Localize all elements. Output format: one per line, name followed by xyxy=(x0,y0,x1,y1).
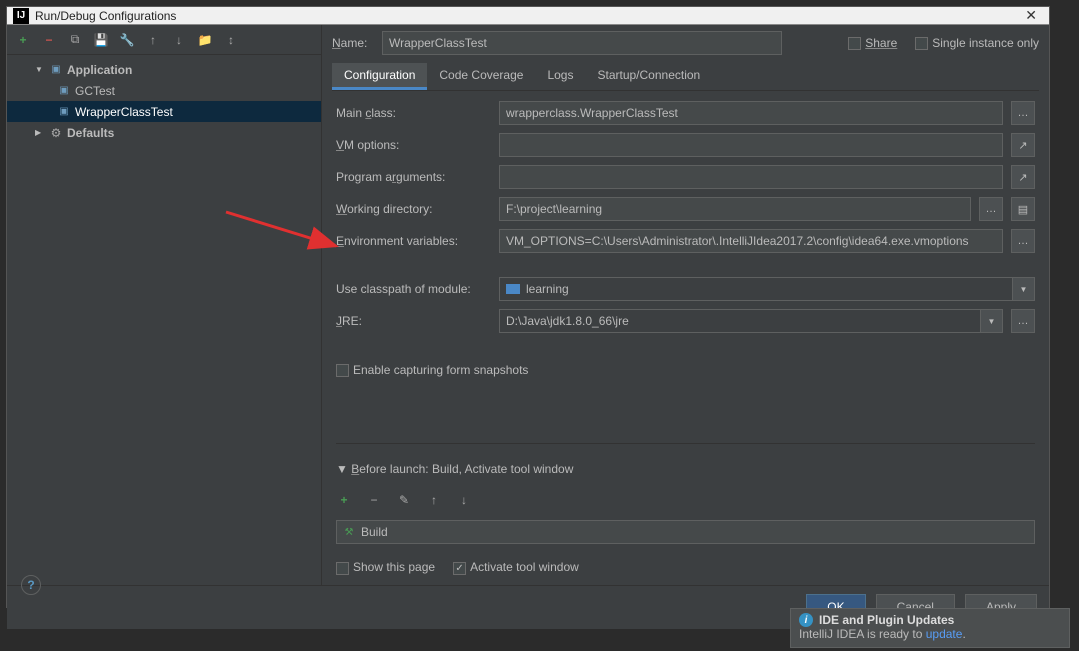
program-args-label: Program arguments: xyxy=(336,170,491,184)
config-tree: ▼ ▣ Application ▣ GCTest ▣ WrapperClassT… xyxy=(7,55,321,585)
app-icon: IJ xyxy=(13,8,29,24)
classpath-select[interactable]: learning ▼ xyxy=(499,277,1035,301)
working-dir-label: Working directory: xyxy=(336,202,491,216)
help-button[interactable]: ? xyxy=(21,575,41,595)
right-panel: Name: Share Single instance only Configu… xyxy=(322,25,1049,585)
browse-main-class-button[interactable]: … xyxy=(1011,101,1035,125)
share-checkbox[interactable]: Share xyxy=(848,36,897,50)
tree-label: WrapperClassTest xyxy=(75,105,173,119)
tab-code-coverage[interactable]: Code Coverage xyxy=(427,63,535,90)
tabs: Configuration Code Coverage Logs Startup… xyxy=(332,63,1039,91)
browse-env-vars-button[interactable]: … xyxy=(1011,229,1035,253)
single-instance-checkbox[interactable]: Single instance only xyxy=(915,36,1039,50)
dialog-title: Run/Debug Configurations xyxy=(35,9,1019,23)
jre-select[interactable]: D:\Java\jdk1.8.0_66\jre ▼ xyxy=(499,309,1003,333)
vm-options-input[interactable] xyxy=(499,133,1003,157)
config-toolbar: + − ⧉ 💾 🔧 ↑ ↓ 📁 ↕ xyxy=(7,25,321,55)
activate-tool-window-checkbox[interactable]: Activate tool window xyxy=(453,560,579,574)
browse-jre-button[interactable]: … xyxy=(1011,309,1035,333)
defaults-icon: ⚙ xyxy=(49,126,63,140)
close-icon[interactable]: ✕ xyxy=(1019,7,1043,24)
vm-options-label: VM options: xyxy=(336,138,491,152)
classpath-value: learning xyxy=(526,282,569,296)
main-class-input[interactable] xyxy=(499,101,1003,125)
macro-working-dir-button[interactable]: ▤ xyxy=(1011,197,1035,221)
run-config-icon: ▣ xyxy=(57,84,71,98)
show-page-checkbox[interactable]: Show this page xyxy=(336,560,435,574)
chevron-down-icon: ▼ xyxy=(980,310,1002,332)
divider xyxy=(336,443,1035,444)
working-dir-input[interactable] xyxy=(499,197,971,221)
remove-icon[interactable]: − xyxy=(41,32,57,48)
down-task-icon[interactable]: ↓ xyxy=(456,492,472,508)
notification-title: IDE and Plugin Updates xyxy=(819,613,954,627)
notification-body: IntelliJ IDEA is ready to update. xyxy=(799,627,1061,641)
application-icon: ▣ xyxy=(49,63,63,77)
share-group: Share Single instance only xyxy=(848,36,1039,50)
tree-node-wrapperclasstest[interactable]: ▣ WrapperClassTest xyxy=(7,101,321,122)
info-icon: i xyxy=(799,613,813,627)
tab-logs[interactable]: Logs xyxy=(535,63,585,90)
browse-working-dir-button[interactable]: … xyxy=(979,197,1003,221)
wrench-icon[interactable]: 🔧 xyxy=(119,32,135,48)
module-icon xyxy=(506,284,520,294)
jre-value: D:\Java\jdk1.8.0_66\jre xyxy=(506,314,629,328)
chevron-down-icon: ▼ xyxy=(1012,278,1034,300)
jre-label: JRE: xyxy=(336,314,491,328)
classpath-label: Use classpath of module: xyxy=(336,282,491,296)
up-task-icon[interactable]: ↑ xyxy=(426,492,442,508)
before-launch-title[interactable]: ▼ Before launch: Build, Activate tool wi… xyxy=(336,458,1035,480)
copy-icon[interactable]: ⧉ xyxy=(67,32,83,48)
main-class-label: Main class: xyxy=(336,106,491,120)
name-input[interactable] xyxy=(382,31,782,55)
save-icon[interactable]: 💾 xyxy=(93,32,109,48)
tree-label: Defaults xyxy=(67,126,114,140)
config-form: Main class: … VM options: ↗ Program argu… xyxy=(332,91,1039,585)
env-vars-label: Environment variables: xyxy=(336,234,491,248)
tree-node-defaults[interactable]: ▶ ⚙ Defaults xyxy=(7,122,321,143)
titlebar: IJ Run/Debug Configurations ✕ xyxy=(7,7,1049,25)
tab-configuration[interactable]: Configuration xyxy=(332,63,427,90)
expand-vm-options-button[interactable]: ↗ xyxy=(1011,133,1035,157)
env-vars-input[interactable] xyxy=(499,229,1003,253)
add-icon[interactable]: + xyxy=(15,32,31,48)
collapse-icon: ▶ xyxy=(35,128,45,137)
up-icon[interactable]: ↑ xyxy=(145,32,161,48)
update-link[interactable]: update xyxy=(926,627,963,641)
name-row: Name: Share Single instance only xyxy=(332,25,1039,61)
tree-label: Application xyxy=(67,63,132,77)
snapshots-checkbox[interactable]: Enable capturing form snapshots xyxy=(336,363,528,377)
notification-balloon[interactable]: i IDE and Plugin Updates IntelliJ IDEA i… xyxy=(790,608,1070,648)
split-pane: + − ⧉ 💾 🔧 ↑ ↓ 📁 ↕ ▼ ▣ Application xyxy=(7,25,1049,585)
run-debug-dialog: IJ Run/Debug Configurations ✕ + − ⧉ 💾 🔧 … xyxy=(6,6,1050,608)
folder-icon[interactable]: 📁 xyxy=(197,32,213,48)
tree-node-gctest[interactable]: ▣ GCTest xyxy=(7,80,321,101)
collapse-icon[interactable]: ↕ xyxy=(223,32,239,48)
build-icon: ⚒ xyxy=(343,526,355,538)
expand-icon: ▼ xyxy=(35,65,45,74)
build-task-row[interactable]: ⚒ Build xyxy=(336,520,1035,544)
program-args-input[interactable] xyxy=(499,165,1003,189)
tree-label: GCTest xyxy=(75,84,115,98)
build-label: Build xyxy=(361,525,388,539)
add-task-icon[interactable]: + xyxy=(336,492,352,508)
expand-program-args-button[interactable]: ↗ xyxy=(1011,165,1035,189)
dialog-body: + − ⧉ 💾 🔧 ↑ ↓ 📁 ↕ ▼ ▣ Application xyxy=(7,25,1049,629)
left-panel: + − ⧉ 💾 🔧 ↑ ↓ 📁 ↕ ▼ ▣ Application xyxy=(7,25,322,585)
down-icon[interactable]: ↓ xyxy=(171,32,187,48)
edit-task-icon[interactable]: ✎ xyxy=(396,492,412,508)
name-label: Name: xyxy=(332,36,372,50)
before-launch-toolbar: + − ✎ ↑ ↓ xyxy=(336,488,1035,512)
tree-node-application[interactable]: ▼ ▣ Application xyxy=(7,59,321,80)
tab-startup-connection[interactable]: Startup/Connection xyxy=(585,63,712,90)
run-config-icon: ▣ xyxy=(57,105,71,119)
remove-task-icon[interactable]: − xyxy=(366,492,382,508)
